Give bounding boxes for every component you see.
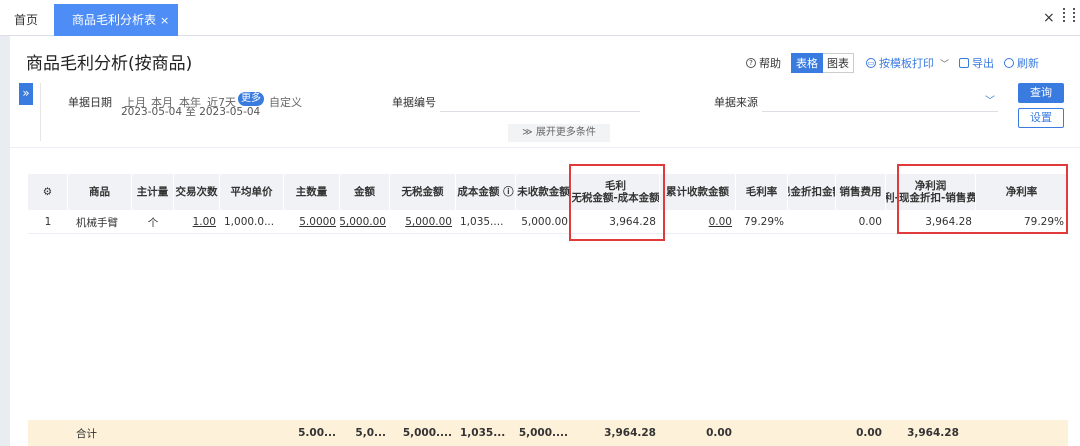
- export-label: 导出: [972, 57, 995, 70]
- toolbar: ? 帮助 表格 图表 ▭ 按模板打印 ﹀ 导出 刷新: [746, 53, 1049, 73]
- refresh-button[interactable]: 刷新: [1004, 55, 1039, 71]
- total-net-amount: 5,000....: [402, 427, 452, 439]
- tab-label: 商品毛利分析表: [72, 13, 157, 27]
- highlight-net-profit: [897, 164, 1068, 234]
- col-unreceived[interactable]: 未收款金额: [516, 174, 572, 210]
- divider: [10, 147, 1080, 148]
- total-amount: 5,0...: [355, 427, 386, 439]
- cell-qty-link[interactable]: 5.0000: [284, 210, 340, 234]
- doc-no-label: 单据编号: [392, 96, 436, 109]
- cell-sales-fee: 0.00: [858, 216, 882, 228]
- qty-value: 5.0000: [299, 216, 336, 228]
- total-net-profit: 3,964.28: [907, 427, 959, 439]
- double-chevron-down-icon: ≫: [522, 127, 536, 138]
- help-icon: ?: [746, 58, 756, 68]
- col-received[interactable]: 累计收款金额: [660, 174, 736, 210]
- total-gross-profit: 3,964.28: [604, 427, 656, 439]
- total-qty: 5.00...: [298, 427, 336, 439]
- chevron-down-icon[interactable]: ﹀: [940, 57, 949, 70]
- tab-bar: 首页 商品毛利分析表 × ×: [0, 0, 1080, 36]
- view-toggle: 表格 图表: [791, 53, 854, 73]
- refresh-icon: [1004, 58, 1015, 68]
- date-filter-label: 单据日期: [68, 96, 112, 109]
- expand-more-label: 展开更多条件: [535, 127, 596, 138]
- cell-received-link[interactable]: 0.00: [660, 210, 736, 234]
- date-option-custom[interactable]: 自定义: [269, 94, 302, 110]
- col-avg-price[interactable]: 平均单价: [220, 174, 284, 210]
- cell-unreceived: 5,000.00: [521, 216, 568, 228]
- total-sales-fee: 0.00: [856, 427, 882, 439]
- col-trade-count[interactable]: 交易次数: [174, 174, 220, 210]
- doc-source-select[interactable]: [762, 111, 998, 112]
- print-template-button[interactable]: ▭ 按模板打印 ﹀: [866, 55, 949, 71]
- highlight-gross-profit: [569, 164, 665, 241]
- view-table-button[interactable]: 表格: [791, 53, 823, 73]
- filter-divider: [40, 83, 41, 141]
- cell-gross-margin: 79.29%: [743, 216, 784, 228]
- tab-gross-profit-analysis[interactable]: 商品毛利分析表 ×: [54, 4, 178, 36]
- doc-source-label: 单据来源: [714, 96, 758, 109]
- total-label: 合计: [76, 427, 97, 440]
- report-panel: 商品毛利分析(按商品) ? 帮助 表格 图表 ▭ 按模板打印 ﹀ 导出 刷新 »…: [10, 36, 1080, 446]
- col-net-amount[interactable]: 无税金额: [390, 174, 456, 210]
- tab-home[interactable]: 首页: [14, 11, 38, 28]
- col-unit[interactable]: 主计量: [132, 174, 174, 210]
- cell-trade-count-link[interactable]: 1.00: [174, 210, 220, 234]
- export-icon: [959, 58, 970, 68]
- net-amount-value: 5,000.00: [405, 216, 452, 228]
- tab-close-icon[interactable]: ×: [160, 14, 169, 27]
- col-qty[interactable]: 主数量: [284, 174, 340, 210]
- cell-discount: [788, 210, 836, 234]
- cell-product: 机械手臂: [76, 216, 118, 229]
- total-received: 0.00: [706, 427, 732, 439]
- view-chart-button[interactable]: 图表: [823, 53, 854, 73]
- col-product[interactable]: 商品: [68, 174, 132, 210]
- fullscreen-icon[interactable]: [1063, 8, 1075, 22]
- col-amount[interactable]: 金额: [340, 174, 390, 210]
- print-label: 按模板打印: [879, 57, 934, 70]
- query-button[interactable]: 查询: [1018, 83, 1064, 103]
- table-footer-totals: 合计 5.00... 5,0... 5,000.... 1,035... 5,0…: [28, 420, 1068, 446]
- cell-amount-link[interactable]: 5,000.00: [340, 210, 390, 234]
- cell-net-amount-link[interactable]: 5,000.00: [390, 210, 456, 234]
- cell-cost: 1,035....: [460, 216, 504, 228]
- col-discount[interactable]: 现金折扣金额: [788, 174, 836, 210]
- help-label: 帮助: [759, 57, 781, 70]
- column-settings-icon[interactable]: ⚙: [28, 174, 68, 210]
- chevron-down-icon[interactable]: ﹀: [985, 92, 995, 107]
- cell-avg-price: 1,000.0...: [224, 216, 275, 228]
- total-unreceived: 5,000....: [518, 427, 568, 439]
- expand-more-conditions-button[interactable]: ≫ 展开更多条件: [508, 124, 610, 142]
- close-all-icon[interactable]: ×: [1043, 10, 1055, 26]
- col-sales-fee[interactable]: 销售费用: [836, 174, 886, 210]
- amount-value: 5,000.00: [340, 216, 386, 228]
- refresh-label: 刷新: [1017, 57, 1040, 70]
- help-button[interactable]: ? 帮助: [746, 55, 781, 71]
- trade-count-value: 1.00: [192, 216, 216, 228]
- page-title: 商品毛利分析(按商品): [26, 54, 193, 74]
- date-range-value[interactable]: 2023-05-04 至 2023-05-04: [121, 104, 260, 119]
- total-cost: 1,035...: [460, 427, 506, 439]
- printer-icon: ▭: [866, 58, 876, 68]
- col-gross-margin[interactable]: 毛利率: [736, 174, 788, 210]
- doc-no-input[interactable]: [440, 111, 640, 112]
- row-number: 1: [44, 216, 52, 228]
- cell-unit: 个: [147, 216, 159, 229]
- settings-button[interactable]: 设置: [1018, 108, 1064, 128]
- received-value: 0.00: [708, 216, 732, 228]
- expand-sidebar-button[interactable]: »: [19, 83, 33, 105]
- export-button[interactable]: 导出: [959, 55, 994, 71]
- col-cost[interactable]: 成本金额 ⓘ: [456, 174, 516, 210]
